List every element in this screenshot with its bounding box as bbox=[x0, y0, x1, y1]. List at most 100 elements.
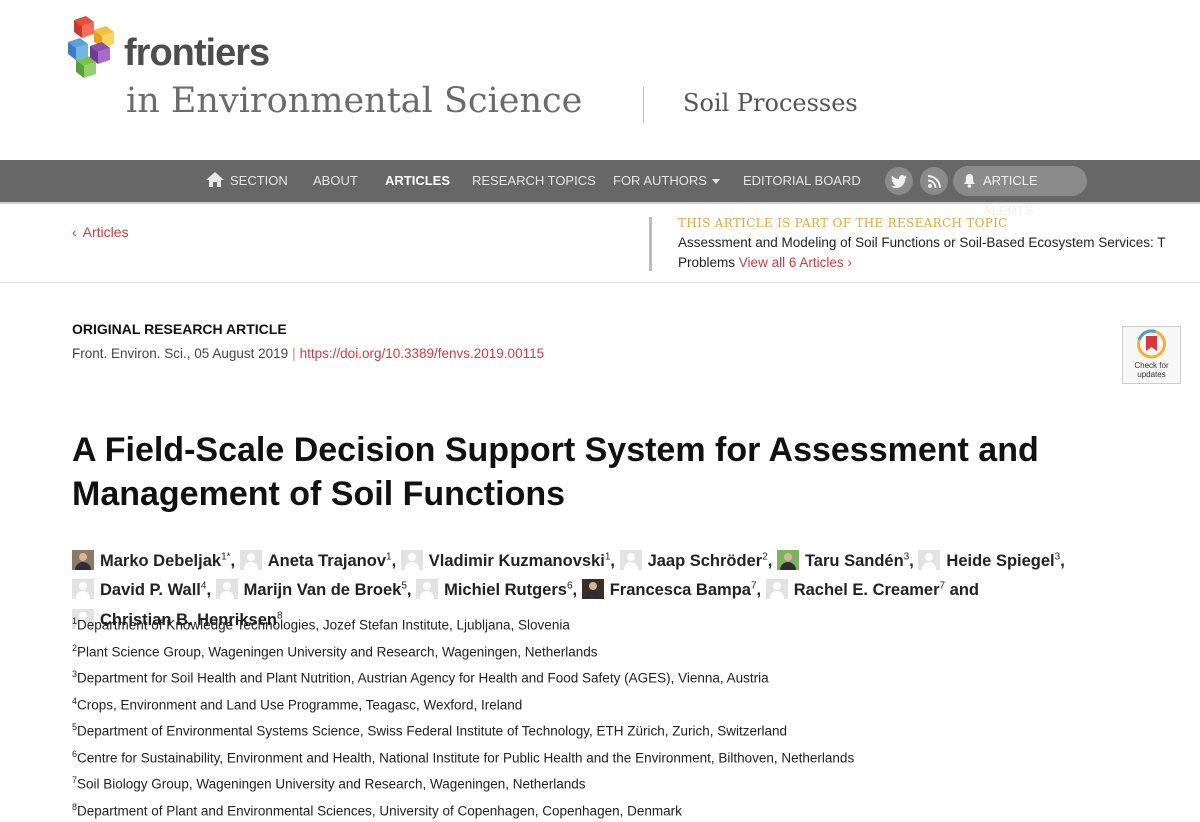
separator-pipe: | bbox=[292, 346, 296, 361]
affiliation-text: Department of Environmental Systems Scie… bbox=[77, 724, 787, 739]
author-item[interactable]: Francesca Bampa7, bbox=[582, 581, 761, 599]
author-avatar[interactable] bbox=[766, 579, 788, 599]
author-avatar[interactable] bbox=[918, 550, 940, 570]
research-topic-heading: THIS ARTICLE IS PART OF THE RESEARCH TOP… bbox=[678, 216, 1008, 230]
doi-link[interactable]: https://doi.org/10.3389/fenvs.2019.00115 bbox=[300, 346, 544, 361]
rss-button[interactable] bbox=[920, 167, 948, 195]
affiliation-item: 3Department for Soil Health and Plant Nu… bbox=[72, 663, 854, 690]
affiliation-item: 2Plant Science Group, Wageningen Univers… bbox=[72, 637, 854, 664]
home-icon bbox=[206, 172, 224, 187]
nav-research-topics[interactable]: RESEARCH TOPICS bbox=[472, 160, 596, 202]
author-separator: and bbox=[945, 581, 979, 599]
journal-name[interactable]: in Environmental Science bbox=[126, 80, 582, 122]
affiliation-text: Department of Plant and Environmental Sc… bbox=[77, 803, 682, 818]
brand-name[interactable]: frontiers bbox=[124, 34, 269, 72]
chevron-left-icon: ‹ bbox=[72, 224, 77, 240]
nav-section[interactable]: SECTION bbox=[206, 160, 288, 202]
author-item[interactable]: David P. Wall4, bbox=[72, 581, 211, 599]
author-avatar[interactable] bbox=[416, 579, 438, 599]
article-type: ORIGINAL RESEARCH ARTICLE bbox=[72, 321, 287, 337]
caret-down-icon bbox=[712, 179, 720, 184]
author-avatar[interactable] bbox=[582, 579, 604, 599]
rss-icon bbox=[928, 175, 941, 188]
affiliation-text: Soil Biology Group, Wageningen Universit… bbox=[77, 777, 586, 792]
author-item[interactable]: Rachel E. Creamer7 and bbox=[766, 581, 979, 599]
author-separator: , bbox=[573, 581, 578, 599]
article-title: A Field-Scale Decision Support System fo… bbox=[72, 428, 1152, 516]
affiliation-item: 5Department of Environmental Systems Sci… bbox=[72, 716, 854, 743]
author-item[interactable]: Vladimir Kuzmanovski1, bbox=[401, 552, 615, 570]
check-for-updates-badge[interactable]: Check for updates bbox=[1122, 326, 1181, 384]
author-avatar[interactable] bbox=[216, 579, 238, 599]
author-name[interactable]: Rachel E. Creamer bbox=[794, 581, 940, 599]
affiliation-text: Department for Soil Health and Plant Nut… bbox=[77, 671, 769, 686]
author-name[interactable]: Francesca Bampa bbox=[610, 581, 751, 599]
bell-icon bbox=[963, 174, 976, 188]
author-name[interactable]: Michiel Rutgers bbox=[444, 581, 567, 599]
frontiers-logo[interactable] bbox=[66, 16, 122, 78]
back-to-articles-link[interactable]: ‹ Articles bbox=[72, 224, 129, 240]
subheader-divider bbox=[0, 282, 1200, 283]
affiliation-item: 1Department of Knowledge Technologies, J… bbox=[72, 610, 854, 637]
author-avatar[interactable] bbox=[401, 550, 423, 570]
author-separator: , bbox=[1060, 552, 1065, 570]
affiliation-item: 8Department of Plant and Environmental S… bbox=[72, 796, 854, 822]
affiliation-item: 4Crops, Environment and Land Use Program… bbox=[72, 690, 854, 717]
affiliation-text: Department of Knowledge Technologies, Jo… bbox=[77, 618, 570, 633]
author-name[interactable]: Heide Spiegel bbox=[946, 552, 1054, 570]
author-avatar[interactable] bbox=[72, 550, 94, 570]
author-separator: , bbox=[392, 552, 397, 570]
author-name[interactable]: Aneta Trajanov bbox=[268, 552, 386, 570]
author-separator: , bbox=[231, 552, 236, 570]
twitter-icon bbox=[891, 175, 907, 188]
author-separator: , bbox=[757, 581, 762, 599]
research-topic-title-line2[interactable]: Problems bbox=[678, 255, 735, 270]
author-separator: , bbox=[610, 552, 615, 570]
affiliation-text: Centre for Sustainability, Environment a… bbox=[77, 750, 854, 765]
back-link-label: Articles bbox=[83, 224, 129, 240]
check-updates-icon bbox=[1123, 327, 1180, 361]
author-separator: , bbox=[407, 581, 412, 599]
view-all-articles-link[interactable]: View all 6 Articles › bbox=[739, 255, 852, 270]
main-nav: SECTION ABOUT ARTICLES RESEARCH TOPICS F… bbox=[0, 160, 1200, 204]
author-avatar[interactable] bbox=[777, 550, 799, 570]
author-name[interactable]: Vladimir Kuzmanovski bbox=[429, 552, 605, 570]
affiliation-text: Crops, Environment and Land Use Programm… bbox=[77, 697, 522, 712]
author-item[interactable]: Marko Debeljak1*, bbox=[72, 552, 235, 570]
author-item[interactable]: Jaap Schröder2, bbox=[620, 552, 773, 570]
section-name[interactable]: Soil Processes bbox=[683, 89, 858, 118]
author-name[interactable]: Jaap Schröder bbox=[648, 552, 763, 570]
author-avatar[interactable] bbox=[240, 550, 262, 570]
nav-for-authors-label: FOR AUTHORS bbox=[613, 173, 707, 188]
author-name[interactable]: Marijn Van de Broek bbox=[244, 581, 402, 599]
author-item[interactable]: Heide Spiegel3, bbox=[918, 552, 1064, 570]
author-name[interactable]: Marko Debeljak bbox=[100, 552, 221, 570]
article-alerts-button[interactable]: ARTICLE ALERTS bbox=[953, 166, 1087, 196]
citation-line: Front. Environ. Sci., 05 August 2019 | htt… bbox=[72, 346, 544, 361]
author-item[interactable]: Marijn Van de Broek5, bbox=[216, 581, 412, 599]
author-separator: , bbox=[206, 581, 211, 599]
affiliation-item: 6Centre for Sustainability, Environment … bbox=[72, 743, 854, 770]
author-separator: , bbox=[909, 552, 914, 570]
nav-for-authors[interactable]: FOR AUTHORS bbox=[613, 160, 720, 202]
nav-articles[interactable]: ARTICLES bbox=[385, 160, 450, 202]
nav-about[interactable]: ABOUT bbox=[313, 160, 358, 202]
author-avatar[interactable] bbox=[620, 550, 642, 570]
author-avatar[interactable] bbox=[72, 579, 94, 599]
author-item[interactable]: Aneta Trajanov1, bbox=[240, 552, 396, 570]
author-item[interactable]: Michiel Rutgers6, bbox=[416, 581, 577, 599]
affiliation-list: 1Department of Knowledge Technologies, J… bbox=[72, 610, 854, 822]
journal-date: Front. Environ. Sci., 05 August 2019 bbox=[72, 346, 288, 361]
author-separator: , bbox=[768, 552, 773, 570]
author-item[interactable]: Taru Sandén3, bbox=[777, 552, 914, 570]
research-topic-title[interactable]: Assessment and Modeling of Soil Function… bbox=[678, 233, 1165, 253]
research-topic-title-cont: Problems View all 6 Articles › bbox=[678, 253, 852, 273]
author-affiliation-number: 1* bbox=[221, 551, 230, 562]
header-divider bbox=[643, 87, 644, 123]
topic-divider bbox=[649, 217, 652, 271]
author-name[interactable]: David P. Wall bbox=[100, 581, 201, 599]
twitter-button[interactable] bbox=[885, 167, 913, 195]
check-updates-label: Check for updates bbox=[1123, 361, 1180, 379]
nav-editorial-board[interactable]: EDITORIAL BOARD bbox=[743, 160, 861, 202]
author-name[interactable]: Taru Sandén bbox=[805, 552, 904, 570]
